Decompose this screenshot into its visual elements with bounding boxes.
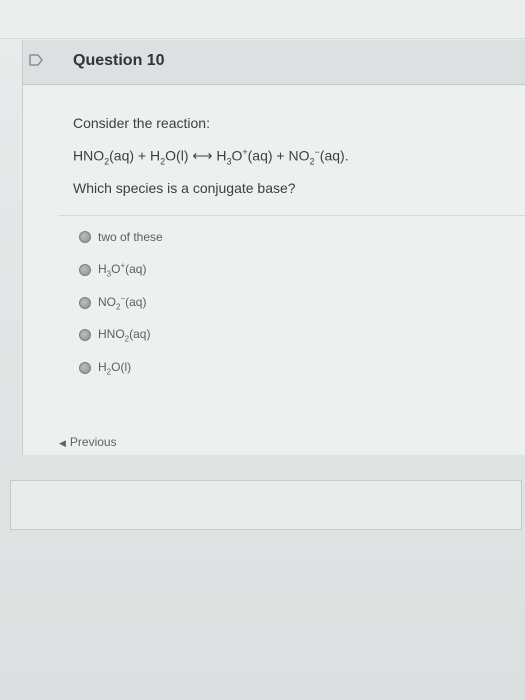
- previous-label: Previous: [69, 435, 117, 449]
- flag-icon[interactable]: [29, 54, 43, 66]
- option-label: NO2−(aq): [98, 294, 147, 312]
- question-card: Question 10 Consider the reaction: HNO2(…: [22, 40, 525, 455]
- chevron-left-icon: ◀: [59, 438, 66, 448]
- option-label: H2O(l): [98, 359, 132, 377]
- option-hno2[interactable]: HNO2(aq): [79, 324, 150, 346]
- next-question-panel: [10, 480, 522, 530]
- option-h2o[interactable]: H2O(l): [79, 357, 131, 379]
- option-two-of-these[interactable]: two of these: [79, 226, 163, 248]
- question-title: Question 10: [73, 52, 165, 69]
- option-h3o-plus[interactable]: H3O+(aq): [79, 259, 146, 281]
- question-text: Which species is a conjugate base?: [73, 180, 296, 196]
- question-header: Question 10: [23, 40, 525, 85]
- question-prompt: Consider the reaction:: [73, 115, 210, 131]
- option-no2-minus[interactable]: NO2−(aq): [79, 292, 146, 314]
- option-label: two of these: [98, 230, 163, 244]
- option-label: H3O+(aq): [98, 261, 147, 279]
- previous-button[interactable]: ◀ Previous: [59, 435, 117, 449]
- radio-button[interactable]: [79, 362, 91, 374]
- radio-button[interactable]: [79, 329, 91, 341]
- top-strip: [0, 0, 525, 39]
- answer-options: two of these H3O+(aq) NO2−(aq) HNO2(aq) …: [59, 215, 525, 376]
- radio-button[interactable]: [79, 264, 91, 276]
- radio-button[interactable]: [79, 231, 91, 243]
- radio-button[interactable]: [79, 297, 91, 309]
- option-label: HNO2(aq): [98, 326, 151, 344]
- reaction-equation: HNO2(aq) + H2O(l) ⟷ H3O+(aq) + NO2−(aq).: [73, 147, 349, 167]
